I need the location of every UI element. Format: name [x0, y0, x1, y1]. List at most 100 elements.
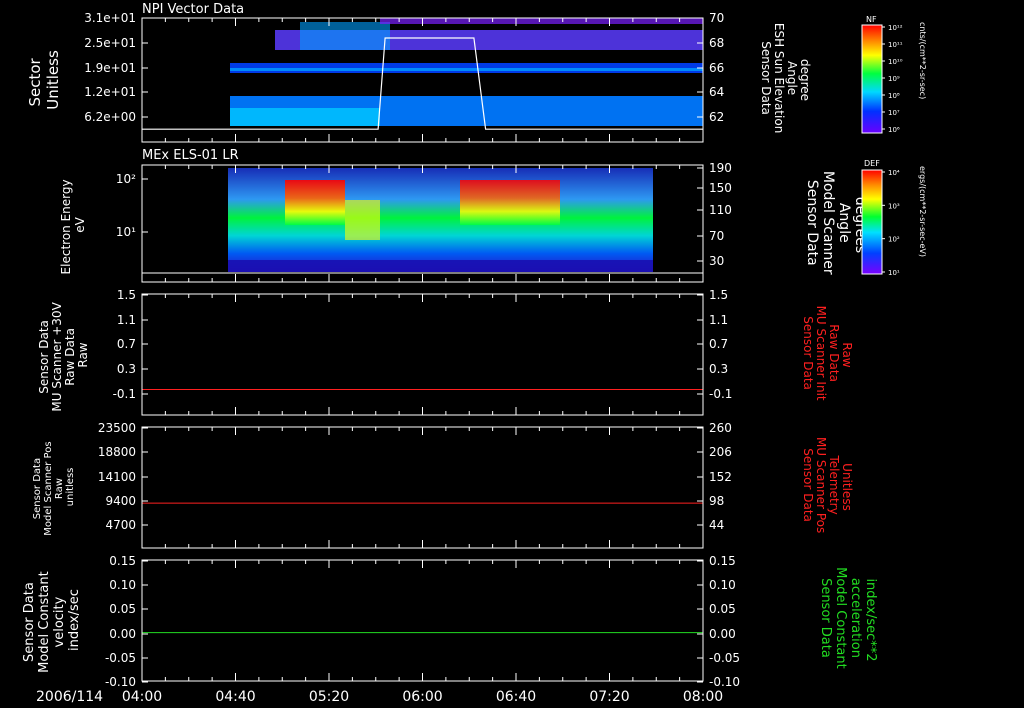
els-mid-region: [345, 200, 380, 240]
colorbar-tick-label: 10¹¹: [888, 41, 903, 49]
y-tick-label-right: 110: [709, 203, 732, 217]
panel-scanner-pos: 23500 18800 14100 9400 4700 260 206 152 98 44 Se…: [32, 421, 854, 549]
y-tick-label-left: 18800: [98, 445, 136, 459]
y-tick-label-right: 0.10: [709, 578, 736, 592]
y-tick-label-right: -0.1: [709, 387, 732, 401]
npi-band-low-bright: [230, 108, 380, 126]
p4-ylabel-left: Sensor Data Model Scanner Pos Raw unitle…: [32, 438, 76, 535]
npi-band-mid-core: [230, 68, 703, 71]
colorbar-tick-label: 10⁶: [888, 126, 900, 134]
y-tick-label-left: 0.00: [109, 627, 136, 641]
colorbar-tick-label: 10⁸: [888, 92, 900, 100]
y-tick-label-left: 6.2e+00: [84, 110, 136, 124]
panel-els: MEx ELS-01 LR 10² 10¹ 190 150 110 70 30 Elect…: [59, 148, 868, 283]
y-tick-label-right: 70: [709, 229, 724, 243]
y-tick-label-right: 190: [709, 161, 732, 175]
y-tick-label-right: 98: [709, 494, 724, 508]
p5-ylabel-left: Sensor Data Model Constant velocity inde…: [22, 567, 82, 673]
p4-ylabel-right: Sensor Data MU Scanner Pos Telemetry Uni…: [801, 437, 854, 537]
colorbar-def-label: DEF: [864, 159, 880, 168]
y-tick-label-right: 150: [709, 181, 732, 195]
colorbar-npi-ticks: 10¹² 10¹¹ 10¹⁰ 10⁹ 10⁸ 10⁷ 10⁶: [882, 24, 903, 134]
x-tick-label: 08:00: [683, 689, 723, 705]
els-spectrogram: [228, 168, 653, 272]
colorbar-tick-label: 10⁷: [888, 109, 900, 117]
y-tick-label-left: -0.10: [105, 675, 136, 689]
colorbar-tick-label: 10⁴: [888, 169, 900, 177]
p4-y-axis-right: 260 206 152 98 44: [697, 421, 732, 532]
npi-band-high-bright: [300, 22, 390, 50]
y-tick-label-right: 68: [709, 36, 724, 50]
x-axis-date: 2006/114: [36, 689, 103, 705]
x-tick-label: 07:20: [589, 689, 629, 705]
panel-npi: NPI Vector Data 3.1e+01 2.5e+01 1.9e+01 1.2…: [26, 2, 812, 143]
p3-y-axis-left: 1.5 1.1 0.7 0.3 -0.1: [113, 288, 148, 401]
y-tick-label-left: 2.5e+01: [84, 36, 136, 50]
y-tick-label-right: 1.5: [709, 288, 728, 302]
panel-npi-title: NPI Vector Data: [142, 2, 244, 17]
els-hot-region-1: [285, 180, 345, 225]
y-tick-label-right: 206: [709, 445, 732, 459]
colorbar-npi-bar: [861, 24, 883, 134]
y-tick-label-right: 260: [709, 421, 732, 435]
y-tick-label-left: 0.3: [117, 362, 136, 376]
y-tick-label-left: -0.05: [105, 651, 136, 665]
p3-frame: [141, 293, 704, 416]
y-tick-label-left: -0.1: [113, 387, 136, 401]
y-tick-label-right: 152: [709, 470, 732, 484]
npi-band-top: [380, 18, 703, 24]
x-tick-label: 04:00: [122, 689, 162, 705]
panel-els-title: MEx ELS-01 LR: [142, 148, 239, 163]
x-axis-labels: 04:00 04:40 05:20 06:00 06:40 07:20 08:00: [122, 689, 723, 705]
colorbar-tick-label: 10²: [888, 236, 900, 244]
colorbar-npi: NF 10¹² 10¹¹ 10¹⁰ 10⁹ 10⁸ 10⁷ 10⁶ cnts/(cm**2-…: [861, 15, 927, 134]
npi-ylabel-right: Sensor Data ESH Sun Elevation Angle degr…: [759, 23, 812, 137]
els-low-band: [228, 260, 653, 272]
y-tick-label-right: 0.7: [709, 337, 728, 351]
y-tick-label-left: 14100: [98, 470, 136, 484]
y-tick-label-right: 0.00: [709, 627, 736, 641]
y-tick-label-left: 4700: [105, 518, 136, 532]
y-tick-label-left: 1.9e+01: [84, 61, 136, 75]
y-tick-label-right: -0.05: [709, 651, 740, 665]
y-tick-label-right: 62: [709, 110, 724, 124]
colorbar-tick-label: 10³: [888, 202, 900, 210]
colorbar-tick-label: 10⁹: [888, 75, 900, 83]
x-tick-label: 06:00: [402, 689, 442, 705]
y-tick-label-left: 10¹: [116, 225, 136, 239]
x-tick-label: 04:40: [215, 689, 255, 705]
x-tick-label: 06:40: [496, 689, 536, 705]
p5-frame: [141, 559, 704, 682]
npi-spectrogram: [230, 18, 703, 126]
p5-ylabel-right: Sensor Data Model Constant acceleration …: [818, 567, 878, 673]
els-y-axis-left: 10² 10¹: [116, 172, 148, 239]
y-tick-label-left: 1.1: [117, 313, 136, 327]
colorbar-npi-label: NF: [866, 15, 877, 24]
p3-ylabel-right: Sensor Data MU Scanner Init Raw Data Raw: [801, 306, 854, 405]
y-tick-label-left: 1.2e+01: [84, 85, 136, 99]
y-tick-label-right: 64: [709, 85, 724, 99]
y-tick-label-right: 70: [709, 11, 724, 25]
colorbar-def-ticks: 10⁴ 10³ 10² 10¹: [882, 169, 900, 277]
panel-scanner-raw: 1.5 1.1 0.7 0.3 -0.1 1.5 1.1 0.7 0.3 -0.1 Sensor…: [37, 288, 854, 416]
npi-y-axis-left: 3.1e+01 2.5e+01 1.9e+01 1.2e+01 6.2e+00: [84, 11, 148, 124]
colorbar-tick-label: 10¹: [888, 269, 900, 277]
els-y-axis-right: 190 150 110 70 30: [697, 161, 732, 268]
y-tick-label-right: 0.3: [709, 362, 728, 376]
y-tick-label-left: 9400: [105, 494, 136, 508]
p3-ylabel-left: Sensor Data MU Scanner +30V Raw Data Raw: [37, 298, 90, 411]
y-tick-label-right: 66: [709, 61, 724, 75]
y-tick-label-left: 1.5: [117, 288, 136, 302]
y-tick-label-left: 0.05: [109, 602, 136, 616]
y-tick-label-right: 30: [709, 254, 724, 268]
els-ylabel-left: Electron Energy eV: [59, 176, 87, 275]
y-tick-label-right: 44: [709, 518, 724, 532]
y-tick-label-right: 0.05: [709, 602, 736, 616]
p4-y-axis-left: 23500 18800 14100 9400 4700: [98, 421, 148, 532]
y-tick-label-left: 10²: [116, 172, 136, 186]
p3-y-axis-right: 1.5 1.1 0.7 0.3 -0.1: [697, 288, 732, 401]
els-hot-region-2: [460, 180, 560, 225]
y-tick-label-left: 0.15: [109, 554, 136, 568]
y-tick-label-left: 0.10: [109, 578, 136, 592]
colorbar-tick-label: 10¹²: [888, 24, 903, 32]
